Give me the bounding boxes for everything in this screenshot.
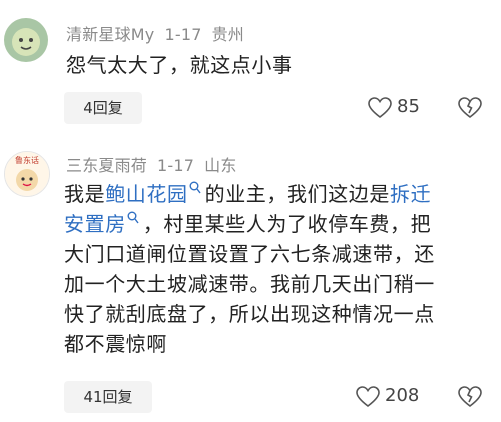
text-line: 我是鲍山花园 的业主，我们这边是拆迁 — [64, 181, 432, 206]
search-icon — [189, 181, 201, 194]
comment-date: 1-17 — [164, 25, 202, 44]
comment-location: 贵州 — [211, 25, 245, 44]
text-line: 都不震惊啊 — [64, 332, 167, 356]
heart-icon[interactable] — [356, 386, 380, 408]
comment-text: 怨气太大了，就这点小事 — [66, 53, 293, 77]
like-count: 208 — [385, 385, 420, 406]
text-line: 快了就刮底盘了，所以出现这种情况一点 — [64, 302, 435, 326]
reply-button[interactable]: 4回复 — [64, 92, 142, 124]
topic-link[interactable]: 鲍山花园 — [105, 181, 204, 206]
text-line: 大门口道闸位置设置了六七条减速带，还 — [64, 242, 435, 266]
avatar[interactable] — [4, 18, 48, 62]
search-icon — [127, 211, 139, 224]
comment-meta: 清新星球My 1-17 贵州 — [66, 21, 254, 45]
comment-location: 山东 — [204, 156, 237, 175]
text-line: 加一个大土坡减速带。我前几天出门稍一 — [64, 272, 435, 296]
avatar[interactable]: 鲁东话 — [4, 151, 50, 197]
reply-button[interactable]: 41回复 — [64, 381, 152, 413]
comment-date: 1-17 — [157, 156, 195, 175]
comment-text: 我是鲍山花园 的业主，我们这边是拆迁 安置房 ，村里某些人为了收停车费，把 大门口道… — [64, 179, 494, 359]
topic-link[interactable]: 安置房 — [64, 211, 143, 236]
heart-icon[interactable] — [368, 97, 392, 119]
broken-heart-icon[interactable] — [458, 97, 482, 119]
like-count: 85 — [397, 96, 420, 117]
username[interactable]: 三东夏雨荷 — [66, 156, 147, 175]
comment-meta: 三东夏雨荷 1-17 山东 — [66, 152, 247, 176]
text-line: 安置房 ，村里某些人为了收停车费，把 — [64, 211, 432, 236]
comment-1: 清新星球My 1-17 贵州 怨气太大了，就这点小事 4回复 85 — [0, 0, 501, 135]
avatar-label: 鲁东话 — [15, 155, 39, 165]
topic-link[interactable]: 拆迁 — [390, 182, 431, 206]
broken-heart-icon[interactable] — [458, 386, 482, 408]
comment-2: 鲁东话 三东夏雨荷 1-17 山东 我是鲍山花园 的业主，我们这边是拆迁 安置房 ，村里… — [0, 135, 501, 422]
username[interactable]: 清新星球My — [66, 25, 154, 44]
